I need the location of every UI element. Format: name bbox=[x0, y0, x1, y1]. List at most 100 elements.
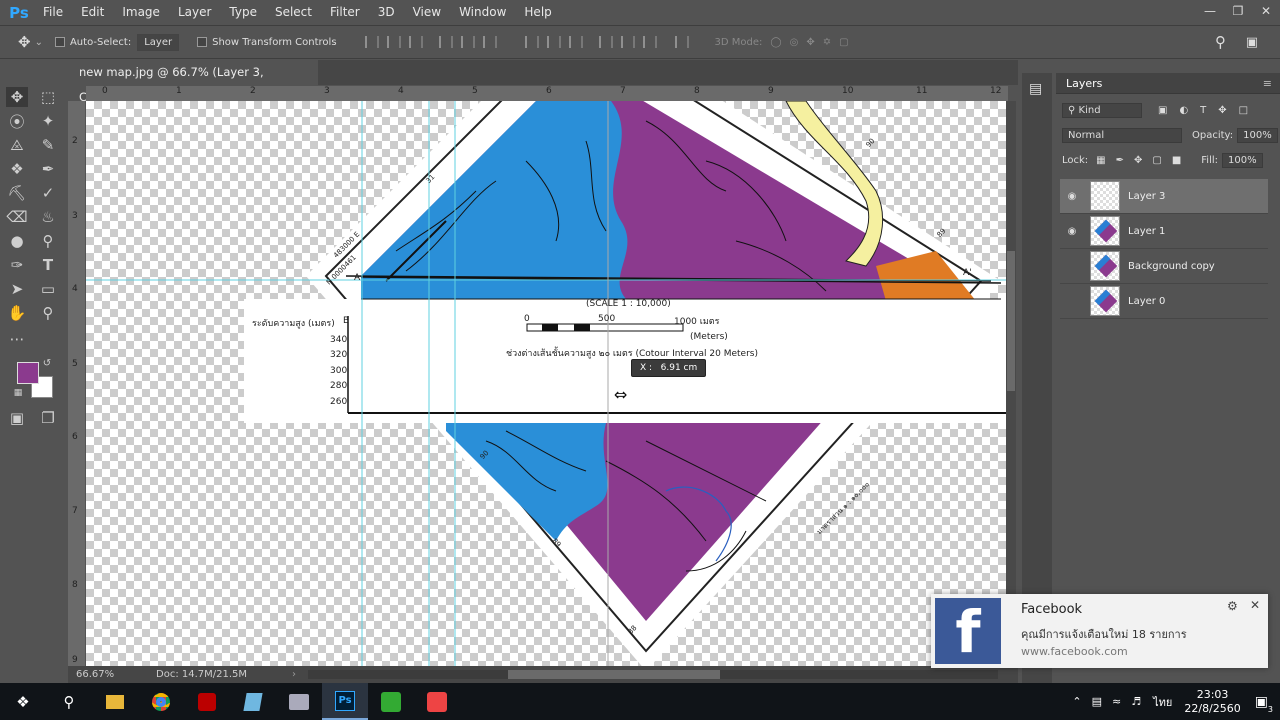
path-select-tool-icon[interactable]: ➤ bbox=[6, 279, 28, 299]
layers-tab[interactable]: Layers bbox=[1066, 77, 1102, 90]
hand-tool-icon[interactable]: ✋ bbox=[6, 303, 28, 323]
tray-chevron-icon[interactable]: ⌃ bbox=[1072, 695, 1081, 708]
horizontal-scrollbar[interactable] bbox=[308, 670, 999, 679]
menu-file[interactable]: File bbox=[34, 0, 72, 25]
workspace-icon[interactable]: ▣ bbox=[1246, 35, 1258, 50]
clock-time[interactable]: 23:03 bbox=[1197, 688, 1229, 702]
layer-row-layer-3[interactable]: ◉ Layer 3 bbox=[1060, 179, 1268, 214]
status-arrow-icon[interactable]: › bbox=[292, 669, 296, 680]
wifi-icon[interactable]: ≈ bbox=[1112, 695, 1121, 708]
healing-tool-icon[interactable]: ❖ bbox=[6, 159, 28, 179]
layer-row-layer-1[interactable]: ◉ Layer 1 bbox=[1060, 214, 1268, 249]
history-panel-icon[interactable]: ▤ bbox=[1029, 81, 1042, 97]
app-blue-icon[interactable] bbox=[230, 683, 276, 720]
align-right-icon[interactable] bbox=[482, 36, 497, 48]
camtasia-red-icon[interactable] bbox=[414, 683, 460, 720]
move-tool-icon[interactable]: ✥ bbox=[6, 87, 28, 107]
menu-type[interactable]: Type bbox=[220, 0, 266, 25]
chrome-icon[interactable] bbox=[138, 683, 184, 720]
document-canvas[interactable]: (SCALE 1 : 10,000) 0 500 1000 เมตร (Mete… bbox=[86, 101, 1008, 666]
menu-window[interactable]: Window bbox=[450, 0, 515, 25]
restore-icon[interactable]: ❐ bbox=[1224, 0, 1252, 22]
language-indicator[interactable]: ไทย bbox=[1153, 693, 1172, 711]
swap-colors-icon[interactable]: ↺ bbox=[40, 356, 54, 370]
default-colors-icon[interactable]: ▦ bbox=[12, 387, 24, 399]
app-red-icon[interactable] bbox=[184, 683, 230, 720]
minimize-icon[interactable]: — bbox=[1196, 0, 1224, 22]
start-button-icon[interactable]: ❖ bbox=[0, 683, 46, 720]
lock-icons[interactable]: ▦✒✥▢■ bbox=[1096, 155, 1191, 166]
visibility-toggle[interactable] bbox=[1062, 256, 1082, 276]
scroll-thumb[interactable] bbox=[1007, 251, 1015, 391]
close-icon[interactable]: ✕ bbox=[1252, 0, 1280, 22]
align-left-icon[interactable] bbox=[438, 36, 453, 48]
move-tool-icon[interactable]: ✥ bbox=[18, 33, 31, 51]
stamp-tool-icon[interactable]: ⛏ bbox=[6, 183, 28, 203]
distribute-left-icon[interactable] bbox=[598, 36, 613, 48]
crop-tool-icon[interactable]: ⨻ bbox=[6, 135, 28, 155]
volume-icon[interactable]: ♬ bbox=[1131, 695, 1141, 708]
search-icon[interactable]: ⚲ bbox=[1215, 33, 1226, 51]
facebook-notification[interactable]: f Facebook คุณมีการแจ้งเตือนใหม่ 18 รายก… bbox=[931, 594, 1268, 668]
close-icon[interactable]: ✕ bbox=[1250, 598, 1260, 612]
distribute-bottom-icon[interactable] bbox=[568, 36, 583, 48]
search-icon[interactable]: ⚲ bbox=[46, 683, 92, 720]
menu-help[interactable]: Help bbox=[515, 0, 560, 25]
distribute-right-icon[interactable] bbox=[642, 36, 657, 48]
blur-tool-icon[interactable]: ● bbox=[6, 231, 28, 251]
foreground-color-swatch[interactable] bbox=[17, 362, 39, 384]
rectangle-tool-icon[interactable]: ▭ bbox=[37, 279, 59, 299]
photoshop-taskbar-icon[interactable]: Ps bbox=[322, 683, 368, 720]
clock-date[interactable]: 22/8/2560 bbox=[1184, 702, 1240, 716]
distribute-vcenter-icon[interactable] bbox=[546, 36, 561, 48]
app-grey-icon[interactable] bbox=[276, 683, 322, 720]
distribute-top-icon[interactable] bbox=[524, 36, 539, 48]
fill-input[interactable]: 100% bbox=[1222, 153, 1263, 168]
eraser-tool-icon[interactable]: ⌫ bbox=[6, 207, 28, 227]
action-center-icon[interactable]: ▣ 3 bbox=[1255, 694, 1273, 714]
zoom-tool-icon[interactable]: ⚲ bbox=[37, 303, 59, 323]
visibility-toggle[interactable] bbox=[1062, 291, 1082, 311]
3d-tools-icon[interactable]: ◯◎✥✡▢ bbox=[770, 37, 856, 48]
gear-icon[interactable]: ⚙ bbox=[1227, 599, 1238, 613]
layer-row-background-copy[interactable]: Background copy bbox=[1060, 249, 1268, 284]
history-brush-tool-icon[interactable]: ✓ bbox=[37, 183, 59, 203]
zoom-level[interactable]: 66.67% bbox=[76, 669, 156, 680]
visibility-eye-icon[interactable]: ◉ bbox=[1062, 186, 1082, 206]
menu-image[interactable]: Image bbox=[113, 0, 169, 25]
camtasia-green-icon[interactable] bbox=[368, 683, 414, 720]
marquee-tool-icon[interactable]: ⬚ bbox=[37, 87, 59, 107]
menu-edit[interactable]: Edit bbox=[72, 0, 113, 25]
menu-filter[interactable]: Filter bbox=[321, 0, 369, 25]
more-tools-icon[interactable]: ⋯ bbox=[6, 329, 28, 349]
paint-bucket-tool-icon[interactable]: ♨ bbox=[37, 207, 59, 227]
align-bottom-icon[interactable] bbox=[408, 36, 423, 48]
opacity-input[interactable]: 100% bbox=[1237, 128, 1278, 143]
auto-select-checkbox[interactable] bbox=[54, 37, 65, 47]
align-top-icon[interactable] bbox=[364, 36, 379, 48]
canvas-vertical-scrollbar[interactable] bbox=[1006, 101, 1016, 666]
layer-row-layer-0[interactable]: Layer 0 bbox=[1060, 284, 1268, 319]
auto-align-icon[interactable] bbox=[674, 36, 689, 48]
filter-icons[interactable]: ▣◐T✥□ bbox=[1158, 105, 1260, 116]
panel-menu-icon[interactable]: ≡ bbox=[1263, 73, 1272, 94]
document-tab[interactable]: new map.jpg @ 66.7% (Layer 3, CMYK/8*) *… bbox=[68, 60, 318, 104]
quick-mask-icon[interactable]: ▣ bbox=[6, 408, 28, 428]
distribute-hcenter-icon[interactable] bbox=[620, 36, 635, 48]
dodge-tool-icon[interactable]: ⚲ bbox=[37, 231, 59, 251]
chevron-down-icon[interactable]: ⌄ bbox=[35, 37, 43, 48]
align-vcenter-icon[interactable] bbox=[386, 36, 401, 48]
network-icon[interactable]: ▤ bbox=[1092, 695, 1102, 708]
menu-3d[interactable]: 3D bbox=[369, 0, 404, 25]
blend-mode-select[interactable]: Normal bbox=[1062, 128, 1182, 143]
show-transform-checkbox[interactable] bbox=[197, 37, 208, 47]
screen-mode-icon[interactable]: ❐ bbox=[37, 408, 59, 428]
quick-select-tool-icon[interactable]: ✦ bbox=[37, 111, 59, 131]
menu-view[interactable]: View bbox=[404, 0, 450, 25]
pen-tool-icon[interactable]: ✑ bbox=[6, 255, 28, 275]
lasso-tool-icon[interactable]: ⦿ bbox=[6, 111, 28, 131]
auto-select-dropdown[interactable]: Layer bbox=[137, 33, 180, 51]
menu-layer[interactable]: Layer bbox=[169, 0, 220, 25]
visibility-eye-icon[interactable]: ◉ bbox=[1062, 221, 1082, 241]
menu-select[interactable]: Select bbox=[266, 0, 321, 25]
